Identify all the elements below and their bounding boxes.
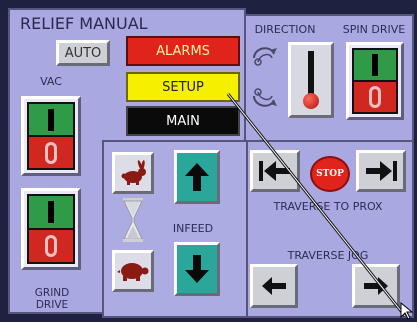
traverse-jog-left-button[interactable] xyxy=(250,264,298,308)
arrow-right-icon xyxy=(364,277,388,295)
grind-drive-switch-body xyxy=(27,194,75,264)
rotation-ccw-icon xyxy=(253,88,277,107)
vac-on-button[interactable] xyxy=(29,104,73,135)
traverse-to-prox-label: TRAVERSE TO PROX xyxy=(273,200,383,213)
vac-switch-body xyxy=(27,102,75,170)
spin-drive-on-button[interactable] xyxy=(354,50,396,80)
arrow-down-icon xyxy=(185,255,209,283)
vac-off-button[interactable] xyxy=(29,135,73,168)
alarms-button-label: ALARMS xyxy=(156,43,210,59)
on-bar-icon xyxy=(372,54,378,76)
auto-button-label: AUTO xyxy=(64,45,102,61)
traverse-stop-button[interactable]: STOP xyxy=(310,156,350,192)
traverse-prox-right-button[interactable] xyxy=(356,150,406,192)
spin-drive-off-button[interactable] xyxy=(354,80,396,112)
infeed-up-button[interactable] xyxy=(174,150,220,204)
stop-label: STOP xyxy=(316,169,344,179)
grind-drive-off-button[interactable] xyxy=(29,228,73,262)
on-bar-icon xyxy=(48,108,54,131)
alarms-button[interactable]: ALARMS xyxy=(126,36,240,66)
traverse-prox-left-button[interactable] xyxy=(250,150,300,192)
traverse-jog-label: TRAVERSE JOG xyxy=(287,249,369,262)
spin-drive-switch[interactable] xyxy=(346,42,404,120)
main-button[interactable]: MAIN xyxy=(126,106,240,136)
arrow-left-icon xyxy=(262,277,286,295)
setup-button-label: SETUP xyxy=(162,79,204,95)
direction-lever-slot xyxy=(308,51,314,97)
direction-selector[interactable] xyxy=(288,42,334,118)
spin-drive-label: SPIN DRIVE xyxy=(342,23,406,36)
page-title: RELIEF MANUAL xyxy=(20,14,148,33)
off-ring-icon xyxy=(45,235,57,257)
fast-speed-indicator xyxy=(112,152,154,194)
hourglass-icon xyxy=(123,198,143,242)
grind-drive-label: GRIND DRIVE xyxy=(34,287,70,311)
auto-button[interactable]: AUTO xyxy=(56,40,110,66)
direction-label: DIRECTION xyxy=(254,23,316,36)
turtle-icon xyxy=(117,263,149,281)
setup-button[interactable]: SETUP xyxy=(126,72,240,102)
rotation-cw-icon xyxy=(253,47,277,66)
grind-drive-on-button[interactable] xyxy=(29,196,73,228)
spin-drive-switch-body xyxy=(352,48,398,114)
on-bar-icon xyxy=(48,201,54,223)
grind-drive-switch[interactable] xyxy=(21,188,81,270)
skip-left-icon xyxy=(259,161,290,181)
direction-lever-knob xyxy=(303,93,319,109)
infeed-label: INFEED xyxy=(172,222,214,235)
vac-label: VAC xyxy=(40,75,62,88)
vac-switch[interactable] xyxy=(21,96,81,176)
off-ring-icon xyxy=(369,86,381,108)
skip-right-icon xyxy=(366,161,397,181)
rabbit-icon xyxy=(121,160,146,185)
off-ring-icon xyxy=(45,141,57,164)
main-button-label: MAIN xyxy=(166,113,200,129)
arrow-up-icon xyxy=(185,163,209,191)
infeed-down-button[interactable] xyxy=(174,242,220,296)
mouse-cursor-icon xyxy=(400,302,414,320)
slow-speed-indicator xyxy=(112,250,154,292)
hmi-screen: RELIEF MANUAL AUTO ALARMS SETUP MAIN VAC… xyxy=(0,0,417,322)
traverse-jog-right-button[interactable] xyxy=(352,264,400,308)
